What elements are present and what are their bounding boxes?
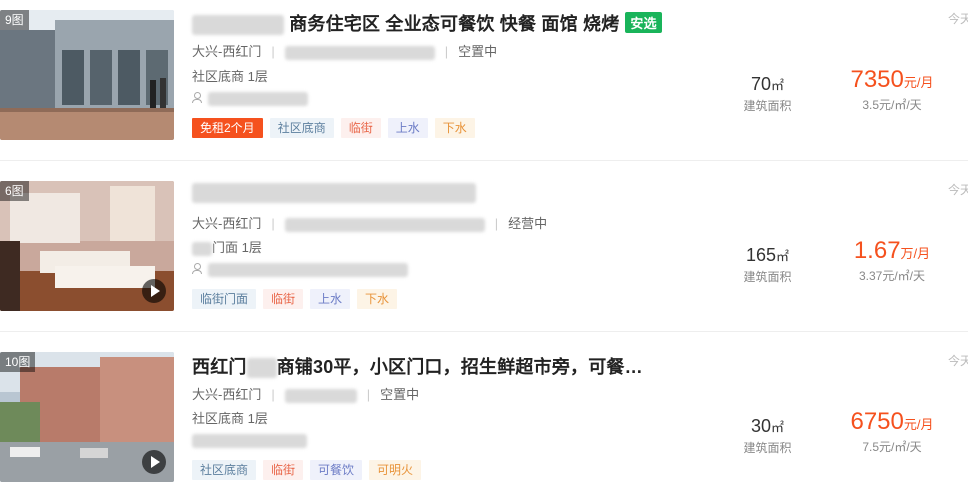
tag: 可明火 xyxy=(369,460,422,480)
area-label: 建筑面积 xyxy=(743,99,792,113)
redacted-contact xyxy=(208,91,308,106)
listing-thumbnail[interactable]: 6图 xyxy=(0,181,174,311)
listing-title[interactable]: 西红门 商铺30平，小区门口，招生鲜超市旁，可餐… xyxy=(192,353,643,379)
area-value: 30 xyxy=(750,416,771,436)
redacted-text xyxy=(192,15,284,36)
contact-info xyxy=(192,90,308,106)
redacted-text xyxy=(192,183,476,204)
photo-count-badge: 10图 xyxy=(0,352,36,372)
tag-list: 临街门面 临街 上水 下水 xyxy=(192,289,404,309)
price-block: 6750元/月 7.5元/㎡/天 xyxy=(832,408,952,455)
floor-info: 社区底商 1层 xyxy=(192,411,268,426)
select-badge: 安选 xyxy=(625,12,662,33)
redacted-address xyxy=(284,388,357,403)
tag-list: 社区底商 临街 可餐饮 可明火 xyxy=(192,460,428,480)
photo-count-badge: 6图 xyxy=(0,181,29,201)
status-text: 经营中 xyxy=(508,216,548,231)
price-unit: 元/月 xyxy=(903,75,934,90)
district-link[interactable]: 大兴-西红门 xyxy=(192,387,261,402)
area-block: 70㎡ 建筑面积 xyxy=(720,74,815,114)
redacted-text xyxy=(192,241,212,256)
user-icon xyxy=(192,263,202,274)
redacted-contact xyxy=(208,262,408,277)
tag: 社区底商 xyxy=(192,460,257,480)
tag: 临街 xyxy=(263,460,304,480)
post-time: 今天 xyxy=(948,354,968,368)
tag: 下水 xyxy=(357,289,398,309)
unit-price: 7.5元/㎡/天 xyxy=(862,440,922,454)
redacted-address xyxy=(284,217,485,232)
listing-title[interactable]: 商务住宅区 全业态可餐饮 快餐 面馆 烧烤 安选 xyxy=(192,10,662,36)
area-block: 165㎡ 建筑面积 xyxy=(720,245,815,285)
tag: 可餐饮 xyxy=(310,460,363,480)
price-unit: 万/月 xyxy=(900,246,931,261)
unit-price: 3.37元/㎡/天 xyxy=(858,269,926,283)
divider xyxy=(0,160,968,161)
tag: 下水 xyxy=(434,118,475,138)
tag: 上水 xyxy=(387,118,428,138)
post-time: 今天 xyxy=(948,183,968,197)
tag: 临街门面 xyxy=(192,289,257,309)
listing-meta: 大兴-西红门 | | 空置中 xyxy=(192,387,420,403)
listing-thumbnail[interactable]: 10图 xyxy=(0,352,174,482)
area-value: 165 xyxy=(745,245,777,265)
play-icon[interactable] xyxy=(142,279,166,303)
listing-thumbnail[interactable]: 9图 xyxy=(0,10,174,140)
photo-count-badge: 9图 xyxy=(0,10,29,30)
price-value: 1.67 xyxy=(853,237,901,264)
redacted-text xyxy=(246,358,277,379)
tag: 临街 xyxy=(263,289,304,309)
redacted-contact xyxy=(192,433,307,448)
status-text: 空置中 xyxy=(380,387,420,402)
user-icon xyxy=(192,92,202,103)
tag: 上水 xyxy=(310,289,351,309)
price-block: 1.67万/月 3.37元/㎡/天 xyxy=(832,237,952,284)
district-link[interactable]: 大兴-西红门 xyxy=(192,216,261,231)
listing-item[interactable]: 9图 商务住宅区 全业态可餐饮 快餐 面馆 烧烤 安选 大兴-西红门 | | 空置中 社… xyxy=(0,0,968,162)
area-block: 30㎡ 建筑面积 xyxy=(720,416,815,456)
area-unit: ㎡ xyxy=(771,420,785,435)
listing-title-prefix[interactable]: 西红门 xyxy=(192,357,247,377)
tag: 临街 xyxy=(340,118,381,138)
price-block: 7350元/月 3.5元/㎡/天 xyxy=(832,66,952,113)
floor-info: 社区底商 1层 xyxy=(192,69,268,84)
listing-meta: 大兴-西红门 | | 经营中 xyxy=(192,216,548,232)
contact-info xyxy=(192,261,408,277)
tag-list: 免租2个月 社区底商 临街 上水 下水 xyxy=(192,118,482,138)
area-value: 70 xyxy=(750,74,771,94)
area-label: 建筑面积 xyxy=(743,441,792,455)
price-unit: 元/月 xyxy=(903,417,934,432)
area-label: 建筑面积 xyxy=(743,270,792,284)
area-unit: ㎡ xyxy=(771,78,785,93)
listing-item[interactable]: 6图 大兴-西红门 | | 经营中 门面 1层 临街门面 临街 上水 下水 165㎡ 建筑面… xyxy=(0,171,968,333)
post-time: 今天 xyxy=(948,12,968,26)
listing-meta: 大兴-西红门 | | 空置中 xyxy=(192,44,498,60)
tag: 社区底商 xyxy=(269,118,334,138)
status-text: 空置中 xyxy=(458,44,498,59)
divider xyxy=(0,331,968,332)
listing-title-text[interactable]: 商务住宅区 全业态可餐饮 快餐 面馆 烧烤 xyxy=(289,14,619,34)
listing-title[interactable] xyxy=(192,182,476,204)
floor-info: 门面 1层 xyxy=(192,237,262,256)
area-unit: ㎡ xyxy=(776,249,790,264)
play-icon[interactable] xyxy=(142,450,166,474)
unit-price: 3.5元/㎡/天 xyxy=(862,98,922,112)
contact-info xyxy=(192,432,307,448)
district-link[interactable]: 大兴-西红门 xyxy=(192,44,261,59)
tag-promo: 免租2个月 xyxy=(192,118,263,138)
listing-title-text[interactable]: 商铺30平，小区门口，招生鲜超市旁，可餐… xyxy=(277,357,643,377)
redacted-address xyxy=(284,45,435,60)
price-value: 7350 xyxy=(850,66,904,93)
listing-item[interactable]: 10图 西红门 商铺30平，小区门口，招生鲜超市旁，可餐… 大兴-西红门 | | 空置中… xyxy=(0,342,968,504)
price-value: 6750 xyxy=(850,408,904,435)
